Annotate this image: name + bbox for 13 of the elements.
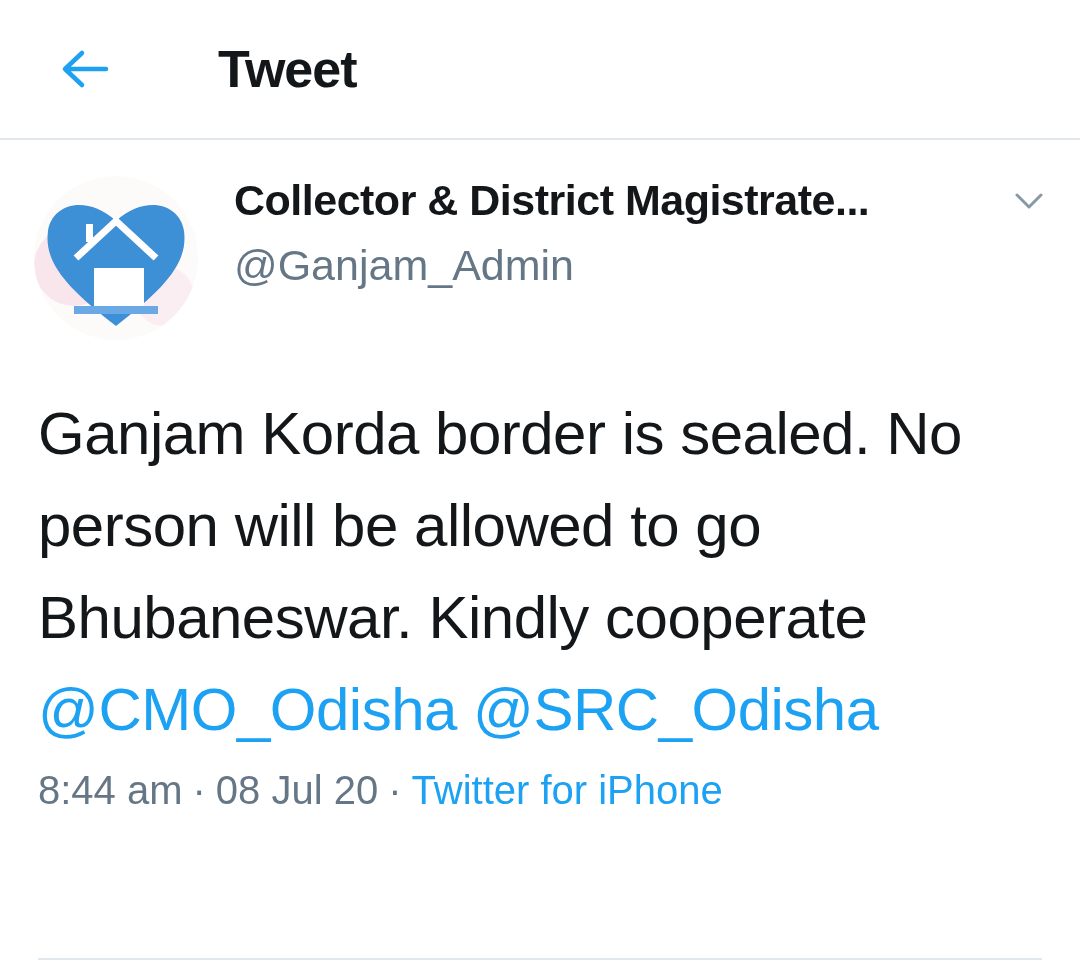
author-name[interactable]: Collector & District Magistrate...: [234, 176, 870, 225]
source-link[interactable]: Twitter for iPhone: [411, 768, 723, 813]
author-handle[interactable]: @Ganjam_Admin: [234, 241, 1042, 290]
back-icon[interactable]: [60, 49, 110, 89]
tweet-text: Ganjam Korda border is sealed. No person will be allowed to go Bhubaneswar. Kindly cooperate: [38, 399, 963, 653]
mention-link[interactable]: @SRC_Odisha: [473, 676, 879, 743]
chevron-down-icon[interactable]: [1014, 191, 1044, 210]
separator-dot: ·: [388, 768, 402, 813]
separator-dot: ·: [192, 768, 206, 813]
tweet-date: 08 Jul 20: [215, 768, 379, 813]
page-title: Tweet: [218, 39, 357, 99]
tweet-time: 8:44 am: [38, 768, 183, 813]
mention-link[interactable]: @CMO_Odisha: [38, 676, 457, 743]
